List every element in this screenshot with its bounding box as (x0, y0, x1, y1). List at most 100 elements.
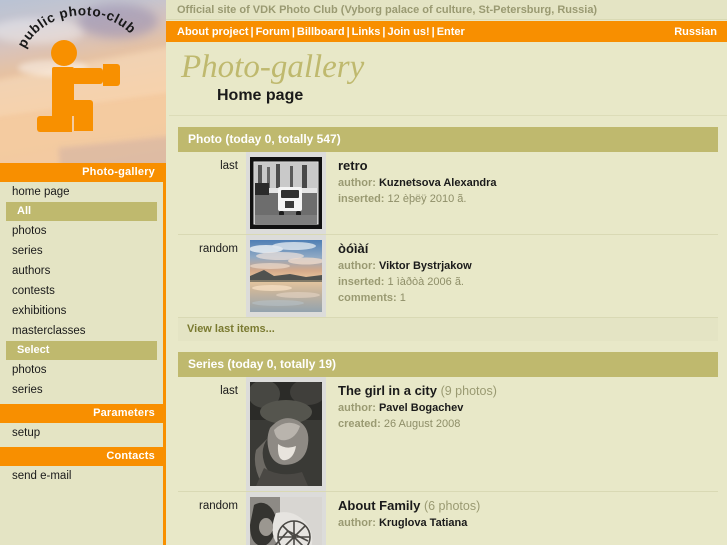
nav-link-join-us[interactable]: Join us! (387, 26, 429, 38)
bw-car-photo-thumb[interactable] (250, 156, 322, 229)
table-row: random (178, 234, 718, 318)
meta-value: 1 ìàðòà 2006 ã. (387, 275, 464, 288)
official-site-banner: Official site of VDK Photo Club (Vyborg … (166, 0, 727, 20)
sidebar-item-all-photos[interactable]: photos (0, 221, 163, 241)
page-root: public photo-club Photo-gallery home pag… (0, 0, 727, 545)
meta-value: 26 August 2008 (383, 417, 461, 430)
section-header-photo: Photo (today 0, totally 547) (178, 126, 718, 152)
section-series: Series (today 0, totally 19) last The gi… (178, 351, 718, 545)
item-title[interactable]: retro (338, 158, 718, 173)
nav-separator: | (431, 25, 435, 38)
sidebar-item-all-exhibitions[interactable]: exhibitions (0, 301, 163, 321)
meta-value[interactable]: Kruglova Tatiana (379, 517, 467, 529)
meta-key: comments: (338, 291, 397, 304)
table-row: random (178, 491, 718, 545)
meta-value[interactable]: Kuznetsova Alexandra (379, 177, 497, 189)
item-title-text: òóìàí (338, 240, 369, 256)
item-title[interactable]: About Family (6 photos) (338, 498, 718, 513)
nav-link-billboard[interactable]: Billboard (297, 26, 345, 38)
item-title[interactable]: The girl in a city (9 photos) (338, 383, 718, 398)
meta-author: author: Kruglova Tatiana (338, 516, 718, 532)
sidebar-heading-contacts: Contacts (0, 447, 163, 466)
sidebar-item-all-contests[interactable]: contests (0, 281, 163, 301)
sidebar-subheading-select: Select (6, 341, 157, 360)
item-info: The girl in a city (9 photos) author: Pa… (326, 377, 718, 441)
meta-inserted: inserted: 12 èþëÿ 2010 ã. (338, 192, 718, 208)
item-title[interactable]: òóìàí (338, 241, 718, 256)
item-title-text: About Family (338, 497, 421, 513)
meta-inserted: inserted: 1 ìàðòà 2006 ã. (338, 275, 718, 291)
item-meta: author: Kruglova Tatiana (338, 516, 718, 532)
sidebar-item-send-email[interactable]: send e-mail (0, 466, 163, 486)
meta-key: created: (338, 417, 381, 430)
view-last-items-link[interactable]: View last items... (178, 317, 718, 341)
meta-value[interactable]: Viktor Bystrjakow (379, 260, 472, 272)
item-photo-count: (6 photos) (423, 498, 481, 513)
section-header-series: Series (today 0, totally 19) (178, 351, 718, 377)
page-subtitle: Home page (217, 86, 304, 104)
item-meta: author: Kuznetsova Alexandra inserted: 1… (338, 176, 718, 208)
sidebar-item-select-photos[interactable]: photos (0, 360, 163, 380)
row-label: random (199, 242, 238, 255)
sidebar-item-all-masterclasses[interactable]: masterclasses (0, 321, 163, 341)
site-logo[interactable]: public photo-club (0, 0, 166, 163)
meta-key: author: (338, 401, 376, 414)
thumbnail-cell (246, 151, 326, 234)
meta-author: author: Viktor Bystrjakow (338, 259, 718, 275)
meta-value[interactable]: 1 (400, 292, 406, 304)
nav-link-about-project[interactable]: About project (177, 26, 249, 38)
top-nav-links: About project | Forum | Billboard | Links | Join… (177, 26, 674, 38)
thumbnail-cell (246, 491, 326, 545)
item-photo-count: (9 photos) (440, 383, 497, 398)
item-info: retro author: Kuznetsova Alexandra inser… (326, 152, 718, 216)
sidebar: public photo-club Photo-gallery home pag… (0, 0, 166, 545)
meta-key: author: (338, 176, 376, 189)
sidebar-item-select-series[interactable]: series (0, 380, 163, 400)
row-label: last (220, 384, 238, 397)
nav-link-links[interactable]: Links (352, 26, 381, 38)
sidebar-item-setup[interactable]: setup (0, 423, 163, 443)
nav-separator: | (346, 25, 350, 38)
sidebar-heading-parameters: Parameters (0, 404, 163, 423)
item-meta: author: Viktor Bystrjakow inserted: 1 ìà… (338, 259, 718, 307)
nav-separator: | (250, 25, 254, 38)
meta-key: inserted: (338, 275, 385, 288)
row-label: last (220, 159, 238, 172)
item-info: About Family (6 photos) author: Kruglova… (326, 492, 718, 540)
thumbnail-cell (246, 376, 326, 491)
meta-value: 12 èþëÿ 2010 ã. (387, 192, 467, 205)
language-switch-russian[interactable]: Russian (674, 26, 717, 38)
nav-link-forum[interactable]: Forum (256, 26, 290, 38)
meta-value[interactable]: Pavel Bogachev (379, 402, 463, 414)
nav-separator: | (291, 25, 295, 38)
top-navigation-bar: About project | Forum | Billboard | Links | Join… (166, 21, 727, 42)
meta-comments: comments: 1 (338, 291, 718, 307)
bw-girl-portrait-thumb[interactable] (250, 381, 322, 486)
item-title-text: The girl in a city (338, 382, 437, 398)
table-row: last retro author: Kuznetsova Alexandra … (178, 151, 718, 235)
page-title: Photo-gallery (181, 49, 365, 85)
item-meta: author: Pavel Bogachev created: 26 Augus… (338, 401, 718, 433)
meta-key: author: (338, 516, 376, 529)
sidebar-item-all-authors[interactable]: authors (0, 261, 163, 281)
page-title-block: Photo-gallery Home page (169, 42, 727, 116)
photographer-figure-icon (37, 40, 120, 132)
sidebar-subheading-all: All (6, 202, 157, 221)
row-label: random (199, 499, 238, 512)
lake-sunset-photo-thumb[interactable] (250, 239, 322, 312)
thumbnail-cell (246, 234, 326, 317)
nav-link-enter[interactable]: Enter (437, 26, 465, 38)
meta-created: created: 26 August 2008 (338, 417, 718, 433)
table-row: last The girl in a city (9 photos) autho… (178, 376, 718, 492)
main-content: Photo-gallery Home page Photo (today 0, … (169, 42, 727, 545)
section-photo: Photo (today 0, totally 547) last retro … (178, 126, 718, 341)
meta-key: author: (338, 259, 376, 272)
item-info: òóìàí author: Viktor Bystrjakow inserted… (326, 235, 718, 315)
item-title-text: retro (338, 157, 368, 173)
meta-key: inserted: (338, 192, 385, 205)
bw-family-bicycle-thumb[interactable] (250, 496, 322, 545)
meta-author: author: Pavel Bogachev (338, 401, 718, 417)
sidebar-item-all-series[interactable]: series (0, 241, 163, 261)
meta-author: author: Kuznetsova Alexandra (338, 176, 718, 192)
sidebar-item-home-page[interactable]: home page (0, 182, 163, 202)
